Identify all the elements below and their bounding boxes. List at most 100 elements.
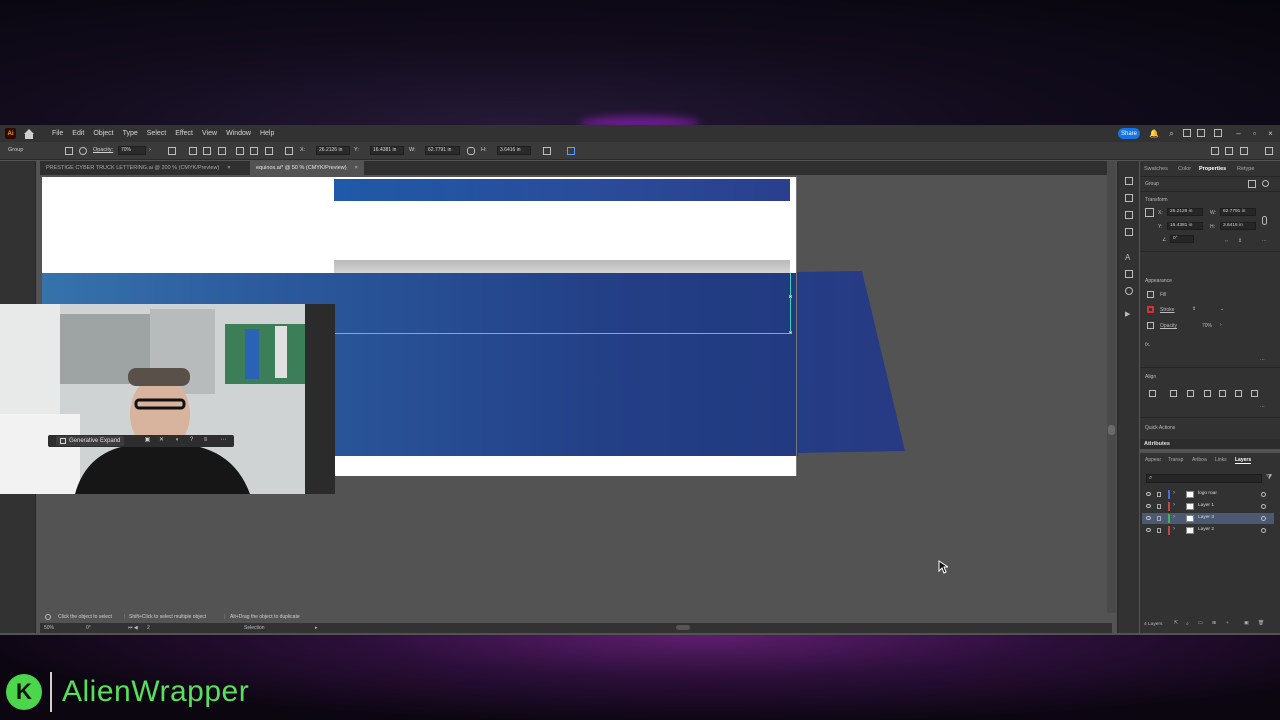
align-middle-icon[interactable] — [1235, 390, 1242, 397]
x-field[interactable]: 26.2126 in — [316, 146, 350, 155]
lock-icon[interactable] — [1157, 492, 1161, 497]
align-bottom-icon[interactable] — [1251, 390, 1258, 397]
menu-edit[interactable]: Edit — [72, 130, 84, 137]
link-proportions-icon[interactable] — [467, 147, 475, 155]
stroke-label[interactable]: Stroke — [1160, 307, 1174, 313]
more-icon[interactable]: ⋯ — [220, 437, 227, 444]
opacity-label[interactable]: Opacity: — [93, 147, 113, 153]
h-field[interactable]: 3.6416 in — [497, 146, 531, 155]
new-layer-icon[interactable]: + — [1226, 621, 1229, 626]
layers-icon[interactable] — [1125, 228, 1133, 236]
visibility-eye-icon[interactable] — [1146, 516, 1151, 520]
align-top-icon[interactable] — [236, 147, 244, 155]
transform-icon[interactable] — [543, 147, 551, 155]
expand-arrow-icon[interactable]: › — [1173, 514, 1175, 520]
x-field[interactable]: 26.2126 in — [1167, 208, 1203, 216]
stroke-swatch-icon[interactable] — [1147, 306, 1154, 313]
tab-color[interactable]: Color — [1178, 166, 1191, 172]
menu-effect[interactable]: Effect — [175, 130, 193, 137]
filter-icon[interactable]: ⧩ — [1266, 474, 1272, 482]
glyphs-icon[interactable] — [1125, 270, 1133, 278]
chevron-right-icon[interactable]: › — [149, 147, 151, 153]
tab-retype[interactable]: Retype — [1237, 166, 1254, 172]
isolate-group-icon[interactable] — [1248, 180, 1256, 188]
search-icon[interactable]: ⌕ — [1167, 129, 1176, 138]
menu-window[interactable]: Window — [226, 130, 251, 137]
menu-icon[interactable]: ≡ — [202, 437, 209, 444]
layer-row[interactable]: › logo roar — [1142, 489, 1274, 500]
align-left-icon[interactable] — [189, 147, 197, 155]
target-icon[interactable] — [1261, 516, 1266, 521]
reference-point-icon[interactable] — [1145, 208, 1154, 217]
align-right-icon[interactable] — [218, 147, 226, 155]
tab-properties[interactable]: Properties — [1199, 166, 1226, 172]
w-field[interactable]: 62.7791 in — [1220, 208, 1256, 216]
layer-name[interactable]: Layer 3 — [1198, 515, 1214, 520]
menu-object[interactable]: Object — [93, 130, 113, 137]
transform-icon[interactable]: ✕ — [158, 437, 165, 444]
close-window-icon[interactable]: × — [1266, 129, 1275, 138]
artboards-icon[interactable] — [1125, 177, 1133, 185]
gray-stripe[interactable] — [334, 260, 790, 273]
play-icon[interactable]: ▶ — [1125, 310, 1133, 318]
zoom-level[interactable]: 50% — [44, 625, 54, 631]
lock-icon[interactable] — [1157, 504, 1161, 509]
align-left-icon[interactable] — [1170, 390, 1177, 397]
new-sublayer-icon[interactable]: ⊞ — [1212, 621, 1216, 626]
more-options-icon[interactable] — [1265, 147, 1273, 155]
expand-arrow-icon[interactable]: › — [1173, 526, 1175, 532]
link-icon[interactable] — [1262, 216, 1267, 225]
fill-label[interactable]: Fill — [1160, 292, 1166, 298]
align-to-icon[interactable] — [1149, 390, 1156, 397]
clipping-mask-icon[interactable]: ▭ — [1198, 621, 1203, 626]
help-icon[interactable]: ? — [188, 437, 195, 444]
tab-equinox[interactable]: equinox.ai* @ 50 % (CMYK/Preview) × — [250, 161, 364, 175]
opacity-field[interactable]: 70% — [118, 146, 146, 155]
reference-point-icon[interactable] — [285, 147, 293, 155]
chevron-down-icon[interactable]: ⌄ — [1220, 306, 1224, 312]
recolor-icon[interactable] — [79, 147, 87, 155]
arrange-panels-icon[interactable] — [1225, 147, 1233, 155]
selection-handle[interactable] — [789, 331, 792, 334]
tab-links[interactable]: Links — [1215, 457, 1227, 463]
align-right-icon[interactable] — [1204, 390, 1211, 397]
top-blue-stripe[interactable] — [334, 179, 790, 201]
layer-name[interactable]: Layer 1 — [1198, 503, 1214, 508]
opacity-value[interactable]: 70% — [1202, 323, 1212, 329]
fill-swatch-icon[interactable] — [1147, 291, 1154, 298]
menu-select[interactable]: Select — [147, 130, 166, 137]
panel-toggle-icon[interactable] — [1211, 147, 1219, 155]
horizontal-scrollbar-thumb[interactable] — [676, 625, 690, 630]
fx-button[interactable]: fx. — [1145, 342, 1150, 348]
chevron-right-icon[interactable]: › — [1220, 322, 1222, 328]
delete-icon[interactable]: 🗑 — [1258, 621, 1264, 626]
home-icon[interactable] — [24, 128, 34, 139]
tab-appearance[interactable]: Appear — [1145, 457, 1161, 463]
recolor-icon[interactable] — [1262, 180, 1269, 187]
more-options-icon[interactable]: ⋯ — [1262, 238, 1267, 244]
layer-name[interactable]: Layer 2 — [1198, 527, 1214, 532]
lock-icon[interactable] — [1157, 528, 1161, 533]
more-options-icon[interactable]: ⋯ — [1260, 404, 1265, 410]
close-icon[interactable]: × — [355, 165, 358, 171]
align-top-icon[interactable] — [1219, 390, 1226, 397]
align-to-icon[interactable] — [168, 147, 176, 155]
menu-file[interactable]: File — [52, 130, 63, 137]
y-field[interactable]: 16.4381 in — [370, 146, 404, 155]
flip-horizontal-icon[interactable]: ⇔ — [1224, 238, 1229, 244]
symbols-icon[interactable] — [1125, 287, 1133, 295]
isolate-group-icon[interactable] — [65, 147, 73, 155]
layer-row[interactable]: › Layer 2 — [1142, 525, 1274, 536]
target-icon[interactable] — [1261, 504, 1266, 509]
expand-arrow-icon[interactable]: › — [1173, 502, 1175, 508]
stroke-stepper[interactable]: ⇕ — [1192, 306, 1196, 312]
align-bottom-icon[interactable] — [265, 147, 273, 155]
rotation-value[interactable]: 0° — [86, 625, 91, 631]
target-icon[interactable] — [1261, 492, 1266, 497]
layer-name[interactable]: logo roar — [1198, 491, 1217, 496]
y-field[interactable]: 16.4381 in — [1167, 222, 1203, 230]
align-center-icon[interactable] — [1187, 390, 1194, 397]
w-field[interactable]: 62.7791 in — [425, 146, 460, 155]
swatches-icon[interactable] — [1125, 194, 1133, 202]
align-middle-icon[interactable] — [250, 147, 258, 155]
